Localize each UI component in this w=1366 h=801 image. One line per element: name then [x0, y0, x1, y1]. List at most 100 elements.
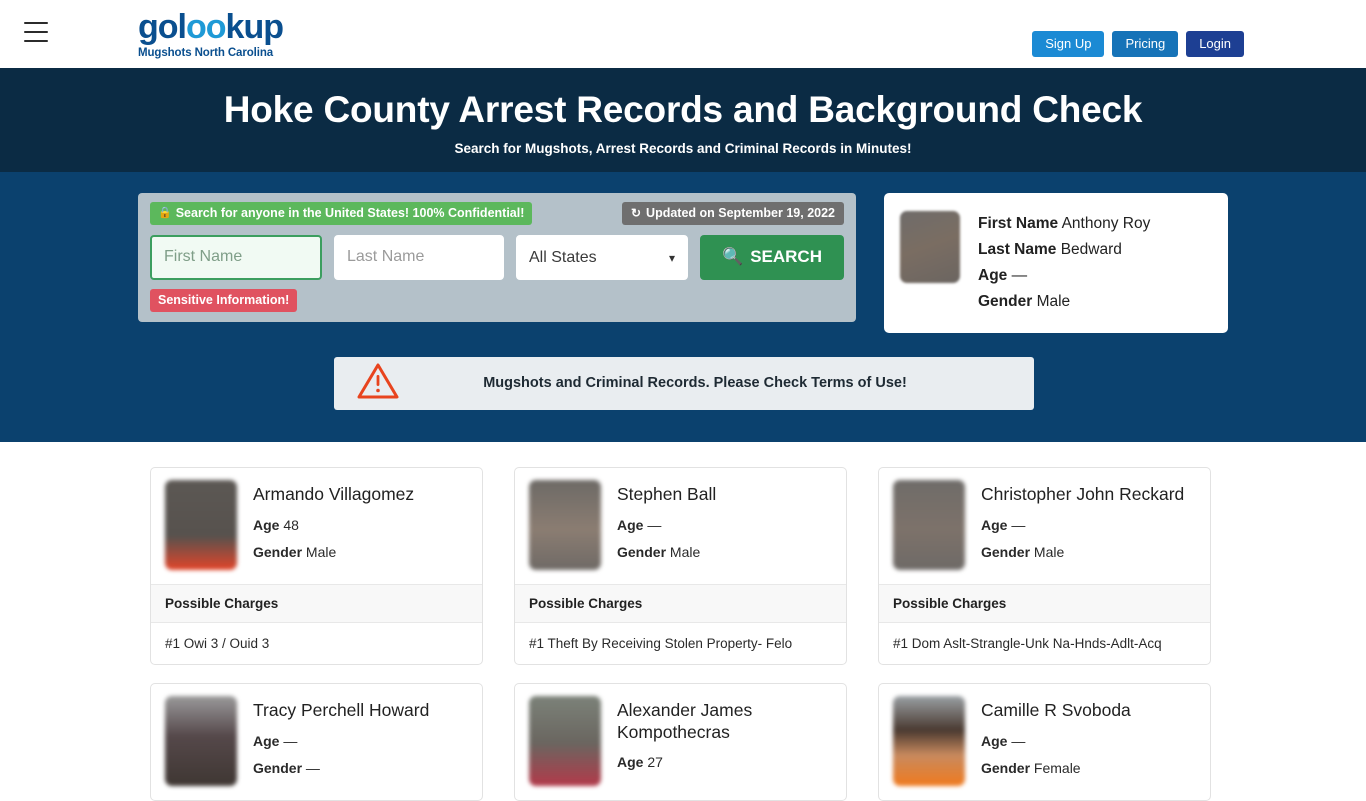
mugshot-thumbnail [893, 479, 965, 570]
updated-badge-label: Updated on September 19, 2022 [646, 205, 835, 220]
possible-charges-item: #1 Dom Aslt-Strangle-Unk Na-Hnds-Adlt-Ac… [893, 635, 1162, 651]
page-title: Hoke County Arrest Records and Backgroun… [223, 89, 1143, 130]
featured-gender-label: Gender [978, 292, 1033, 310]
result-name: Armando Villagomez [253, 483, 415, 504]
mugshot-thumbnail [893, 695, 965, 786]
result-gender: Gender Male [617, 544, 716, 560]
result-card-info: Tracy Perchell Howard Age — Gender — [253, 696, 429, 786]
header-actions: Sign Up Pricing Login [1032, 31, 1244, 57]
age-label: Age [253, 732, 280, 749]
result-name: Camille R Svoboda [981, 699, 1131, 720]
result-gender: Gender Male [253, 544, 414, 560]
age-label: Age [253, 516, 280, 533]
result-card[interactable]: Armando Villagomez Age 48 Gender Male Po… [150, 466, 483, 665]
search-band: 🔒 Search for anyone in the United States… [0, 171, 1366, 442]
age-label: Age [981, 732, 1008, 749]
result-age: Age 27 [617, 754, 832, 770]
age-value: — [283, 732, 298, 749]
logo-wordmark: golookup [138, 8, 284, 46]
result-card[interactable]: Camille R Svoboda Age — Gender Female [878, 682, 1211, 801]
featured-age-value: — [1011, 266, 1028, 284]
result-card[interactable]: Tracy Perchell Howard Age — Gender — [150, 682, 483, 801]
age-value: — [647, 516, 662, 533]
result-card[interactable]: Alexander James Kompothecras Age 27 [514, 682, 847, 801]
result-age: Age — [981, 733, 1131, 749]
result-name: Alexander James Kompothecras [617, 699, 753, 742]
age-value: — [1011, 732, 1026, 749]
result-card-top: Christopher John Reckard Age — Gender Ma… [879, 468, 1210, 584]
last-name-input[interactable] [334, 234, 504, 280]
hamburger-bar [24, 40, 48, 42]
featured-first-name-value: Anthony Roy [1061, 214, 1151, 232]
age-value: 27 [647, 754, 663, 771]
featured-record-details: First Name Anthony Roy Last Name Bedward… [978, 211, 1150, 315]
possible-charges-header: Possible Charges [879, 583, 1210, 623]
logo-subtitle: Mugshots North Carolina [138, 47, 274, 59]
possible-charges-item: #1 Owi 3 / Ouid 3 [165, 635, 270, 651]
brand-logo[interactable]: golookup Mugshots North Carolina [138, 8, 284, 59]
logo-part-oo: oo [185, 8, 227, 46]
mugshot-thumbnail [165, 479, 237, 570]
state-select[interactable]: All States [516, 234, 688, 280]
search-panel: 🔒 Search for anyone in the United States… [138, 192, 856, 322]
featured-last-name-row: Last Name Bedward [978, 237, 1150, 263]
refresh-icon: ↻ [630, 205, 642, 220]
featured-first-name-label: First Name [978, 214, 1059, 232]
results-grid: Armando Villagomez Age 48 Gender Male Po… [150, 466, 1235, 801]
sensitive-information-badge: Sensitive Information! [150, 288, 298, 312]
terms-warning-banner: Mugshots and Criminal Records. Please Ch… [334, 356, 1034, 410]
age-label: Age [617, 754, 644, 771]
search-button[interactable]: 🔍 SEARCH [700, 234, 844, 280]
sign-up-button[interactable]: Sign Up [1032, 31, 1105, 57]
hamburger-bar [24, 31, 48, 33]
lock-icon: 🔒 [158, 207, 172, 220]
confidential-badge: 🔒 Search for anyone in the United States… [150, 201, 533, 225]
result-card-top: Alexander James Kompothecras Age 27 [515, 684, 846, 800]
featured-age-row: Age — [978, 263, 1150, 289]
result-card-top: Tracy Perchell Howard Age — Gender — [151, 684, 482, 800]
search-button-label: SEARCH [750, 247, 822, 267]
mugshot-thumbnail [529, 695, 601, 786]
gender-label: Gender [981, 543, 1031, 560]
possible-charges-item: #1 Theft By Receiving Stolen Property- F… [529, 635, 793, 651]
search-icon: 🔍 [722, 247, 744, 267]
result-age: Age — [253, 733, 429, 749]
first-name-input[interactable] [150, 234, 322, 280]
login-button[interactable]: Login [1186, 31, 1244, 57]
featured-record-card[interactable]: First Name Anthony Roy Last Name Bedward… [884, 192, 1228, 333]
search-fields: All States ▾ 🔍 SEARCH [150, 234, 844, 280]
result-card[interactable]: Stephen Ball Age — Gender Male Possible … [514, 466, 847, 665]
age-label: Age [617, 516, 644, 533]
hero-title-band: Hoke County Arrest Records and Backgroun… [0, 68, 1366, 172]
hamburger-icon[interactable] [24, 22, 48, 42]
mugshot-thumbnail [165, 695, 237, 786]
result-card-info: Armando Villagomez Age 48 Gender Male [253, 480, 414, 570]
age-value: — [1011, 516, 1026, 533]
result-age: Age — [617, 517, 716, 533]
terms-warning-wrapper: Mugshots and Criminal Records. Please Ch… [0, 333, 1366, 410]
hamburger-bar [24, 22, 48, 24]
result-card-info: Camille R Svoboda Age — Gender Female [981, 696, 1131, 786]
featured-age-label: Age [978, 266, 1008, 284]
featured-gender-row: Gender Male [978, 289, 1150, 315]
featured-first-name-row: First Name Anthony Roy [978, 211, 1150, 237]
gender-label: Gender [617, 543, 667, 560]
gender-value: Male [305, 543, 337, 560]
result-age: Age 48 [253, 517, 414, 533]
warning-triangle-icon [356, 361, 400, 406]
result-card[interactable]: Christopher John Reckard Age — Gender Ma… [878, 466, 1211, 665]
possible-charges-header: Possible Charges [151, 583, 482, 623]
gender-value: Male [1033, 543, 1065, 560]
result-card-top: Stephen Ball Age — Gender Male [515, 468, 846, 584]
page-subtitle: Search for Mugshots, Arrest Records and … [454, 140, 912, 156]
featured-last-name-value: Bedward [1060, 240, 1122, 258]
state-select-wrapper: All States ▾ [516, 234, 688, 280]
result-card-info: Alexander James Kompothecras Age 27 [617, 696, 832, 786]
result-card-top: Armando Villagomez Age 48 Gender Male [151, 468, 482, 584]
result-gender: Gender Male [981, 544, 1184, 560]
terms-warning-text: Mugshots and Criminal Records. Please Ch… [483, 375, 907, 392]
pricing-button[interactable]: Pricing [1112, 31, 1179, 57]
age-label: Age [981, 516, 1008, 533]
gender-label: Gender [253, 543, 303, 560]
age-value: 48 [283, 516, 299, 533]
